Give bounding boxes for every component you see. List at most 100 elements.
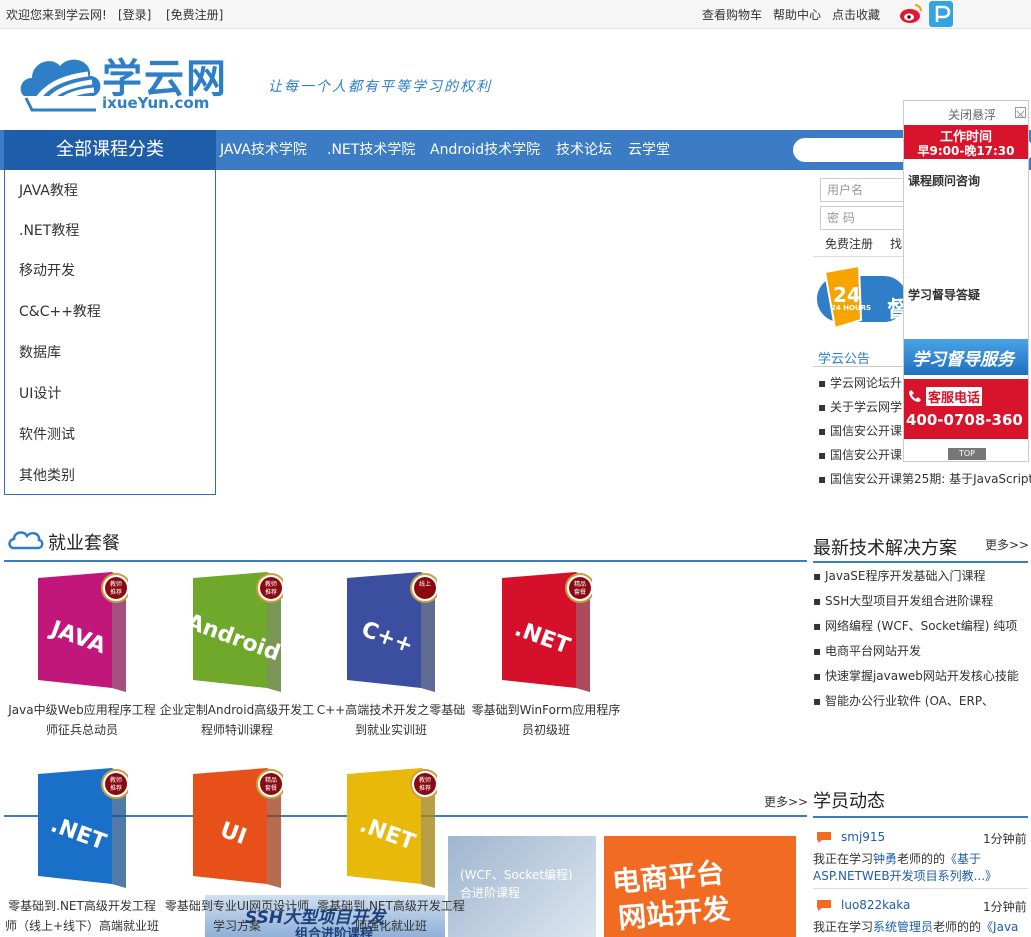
solution-text: 网络编程 (WCF、Socket编程) 纯项 bbox=[824, 619, 1018, 633]
course-box-image[interactable]: C++ 线上 bbox=[341, 570, 440, 694]
weibo-icon[interactable] bbox=[898, 2, 924, 26]
supervise-service-box[interactable]: 学习督导服务 bbox=[904, 339, 1028, 375]
svg-text:教师: 教师 bbox=[110, 580, 122, 588]
supervise-service-text: 学习督导服务 bbox=[912, 350, 1014, 370]
category-dotnet[interactable]: .NET教程 bbox=[19, 220, 79, 240]
activity-text: 我正在学习系统管理员老师的的《Java bbox=[813, 920, 1019, 934]
svg-text:推荐: 推荐 bbox=[110, 784, 122, 792]
activity-time: 1分钟前 bbox=[983, 832, 1027, 846]
solution-item[interactable]: ▪ 快速掌握javaweb网站开发核心技能 bbox=[813, 667, 1029, 684]
solutions-title: 最新技术解决方案 bbox=[813, 538, 957, 559]
notice-item[interactable]: ▪ 关于学云网学 bbox=[818, 398, 902, 415]
notice-item[interactable]: ▪ 国信安公开课第25期: 基于JavaScript bbox=[818, 470, 1031, 487]
category-ui[interactable]: UI设计 bbox=[19, 383, 61, 403]
cart-link[interactable]: 查看购物车 bbox=[702, 6, 762, 23]
site-logo[interactable]: 学云网 ixueYun.com 让每一个人都有平等学习的权利 bbox=[18, 48, 498, 118]
course-name[interactable]: 零基础到.NET高级开发工程 师（线上+线下）高端就业班 bbox=[4, 896, 160, 936]
notice-item[interactable]: ▪ 学云网论坛升 bbox=[818, 374, 902, 391]
category-other[interactable]: 其他类别 bbox=[19, 465, 75, 485]
close-icon[interactable] bbox=[1015, 107, 1026, 119]
solution-text: JavaSE程序开发基础入门课程 bbox=[824, 569, 986, 583]
login-register-link[interactable]: 免费注册 bbox=[825, 235, 873, 252]
wcf-banner-text: (WCF、Socket编程) bbox=[460, 868, 573, 882]
phone-icon bbox=[908, 389, 922, 403]
supervise-link[interactable]: 学习督导答疑 bbox=[908, 286, 980, 303]
course-name-line: 学习方案 bbox=[212, 919, 261, 933]
course-name[interactable]: 零基础到专业UI网页设计师 学习方案 bbox=[159, 896, 315, 936]
course-box-image[interactable]: Android 教师 推荐 bbox=[183, 570, 286, 694]
course-name-line: Java中级Web应用程序工程 bbox=[8, 703, 156, 717]
work-hours-value: 早9:00-晚17:30 bbox=[917, 144, 1015, 158]
consult-link[interactable]: 课程顾问咨询 bbox=[908, 172, 980, 189]
course-name-line: 到就业实训班 bbox=[354, 723, 427, 737]
badge-text: 24 HOURS bbox=[831, 304, 872, 312]
find-password-link[interactable]: 找 bbox=[890, 235, 902, 252]
solution-item[interactable]: ▪ JavaSE程序开发基础入门课程 bbox=[813, 567, 986, 584]
cloud-icon bbox=[8, 528, 44, 552]
course-box-image[interactable]: .NET 教师 推荐 bbox=[341, 766, 440, 890]
chat-bubble-icon bbox=[815, 830, 833, 844]
solution-text: SSH大型项目开发组合进阶课程 bbox=[824, 594, 994, 608]
activity-user[interactable]: luo822kaka bbox=[841, 898, 910, 912]
username-field[interactable]: 用户名 bbox=[820, 178, 910, 202]
course-box-image[interactable]: .NET 精品 套餐 bbox=[496, 570, 595, 694]
activity-user[interactable]: smj915 bbox=[841, 830, 885, 844]
phone-number: 400-0708-360 bbox=[906, 411, 1023, 429]
category-database[interactable]: 数据库 bbox=[19, 342, 61, 362]
chat-bubble-icon bbox=[815, 898, 833, 912]
ecom-banner-sub: 网站开发 bbox=[616, 892, 732, 935]
activity-course[interactable]: ASP.NETWEB开发项目系列教...》 bbox=[813, 867, 997, 884]
course-name[interactable]: 零基础到WinForm应用程序 员初级班 bbox=[468, 700, 624, 740]
ecommerce-banner[interactable]: 电商平台 网站开发 bbox=[604, 836, 796, 937]
course-name[interactable]: 企业定制Android高级开发工 程师特训课程 bbox=[159, 700, 315, 740]
solution-item[interactable]: ▪ 网络编程 (WCF、Socket编程) 纯项 bbox=[813, 617, 1029, 634]
solution-item[interactable]: ▪ 智能办公行业软件 (OA、ERP、 bbox=[813, 692, 1029, 709]
course-name-line: C++高端技术开发之零基础 bbox=[316, 703, 466, 717]
notice-item[interactable]: ▪ 国信安公开课 bbox=[818, 446, 902, 463]
solution-item[interactable]: ▪ SSH大型项目开发组合进阶课程 bbox=[813, 592, 993, 609]
course-name[interactable]: 零基础到.NET高级开发工程 师强化就业班 bbox=[313, 896, 469, 936]
wcf-banner[interactable]: (WCF、Socket编程) 合进阶课程 bbox=[448, 836, 596, 937]
all-categories-button[interactable]: 全部课程分类 bbox=[4, 130, 216, 170]
category-testing[interactable]: 软件测试 bbox=[19, 424, 75, 444]
back-to-top-button[interactable]: TOP bbox=[948, 448, 986, 460]
password-field[interactable]: 密 码 bbox=[820, 206, 910, 230]
login-link[interactable]: [登录] bbox=[118, 6, 151, 23]
nav-android[interactable]: Android技术学院 bbox=[430, 130, 540, 170]
notice-text: 国信安公开课 bbox=[829, 424, 902, 438]
course-name[interactable]: Java中级Web应用程序工程 师征兵总动员 bbox=[4, 700, 160, 740]
course-box-image[interactable]: UI 精品 套餐 bbox=[187, 766, 286, 890]
notice-item[interactable]: ▪ 国信安公开课 bbox=[818, 422, 902, 439]
activity-time: 1分钟前 bbox=[983, 900, 1027, 914]
course-name[interactable]: C++高端技术开发之零基础 到就业实训班 bbox=[313, 700, 469, 740]
svg-text:精品: 精品 bbox=[574, 580, 586, 588]
close-float-link[interactable]: 关闭悬浮 bbox=[948, 106, 996, 123]
category-cpp[interactable]: C&C++教程 bbox=[19, 301, 101, 321]
nav-dotnet[interactable]: .NET技术学院 bbox=[327, 130, 415, 170]
svg-text:推荐: 推荐 bbox=[265, 588, 277, 596]
activity-text: 我正在学习钟勇老师的的《基于 bbox=[813, 852, 982, 866]
course-name-line: 零基础到专业UI网页设计师 bbox=[164, 899, 310, 913]
category-java[interactable]: JAVA教程 bbox=[19, 180, 78, 200]
solutions-more-link[interactable]: 更多>> bbox=[985, 536, 1029, 553]
banners-more-link[interactable]: 更多>> bbox=[764, 793, 808, 810]
nav-cloud-class[interactable]: 云学堂 bbox=[628, 130, 670, 170]
nav-forum[interactable]: 技术论坛 bbox=[556, 130, 612, 170]
course-box-image[interactable]: JAVA 教师 推荐 bbox=[32, 570, 131, 694]
notice-text: 关于学云网学 bbox=[829, 400, 902, 414]
favorite-link[interactable]: 点击收藏 bbox=[832, 6, 880, 23]
solution-item[interactable]: ▪ 电商平台网站开发 bbox=[813, 642, 921, 659]
category-mobile[interactable]: 移动开发 bbox=[19, 260, 75, 280]
course-name-line: 零基础到.NET高级开发工程 bbox=[317, 899, 465, 913]
phone-box[interactable]: 客服电话 400-0708-360 bbox=[904, 379, 1028, 439]
welcome-text: 欢迎您来到学云网! bbox=[6, 8, 107, 22]
solution-text: 智能办公行业软件 (OA、ERP、 bbox=[824, 694, 995, 708]
course-box-image[interactable]: .NET 教师 推荐 bbox=[32, 766, 131, 890]
register-link[interactable]: [免费注册] bbox=[166, 6, 223, 23]
course-name-line: 师（线上+线下）高端就业班 bbox=[4, 919, 160, 933]
nav-java[interactable]: JAVA技术学院 bbox=[220, 130, 307, 170]
notice-text: 国信安公开课第25期: 基于JavaScript bbox=[829, 472, 1031, 486]
qzone-icon[interactable] bbox=[929, 1, 953, 27]
help-link[interactable]: 帮助中心 bbox=[773, 6, 821, 23]
svg-text:推荐: 推荐 bbox=[419, 784, 431, 792]
